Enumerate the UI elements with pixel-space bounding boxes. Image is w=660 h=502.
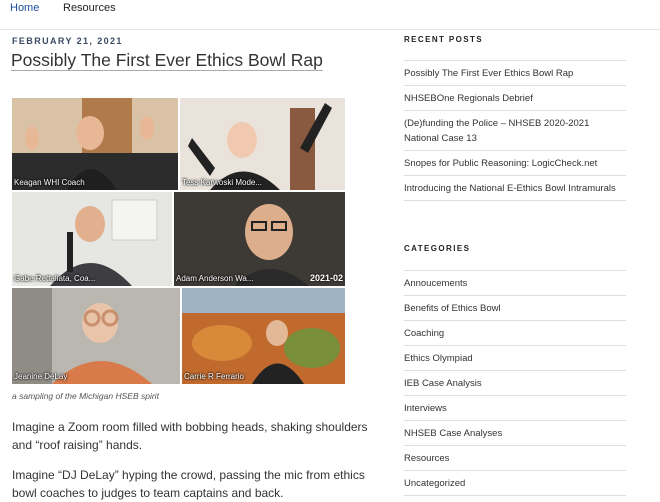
video-tile-jeanine: Jeanine DeLay <box>12 288 180 384</box>
video-tile-keagan: Keagan WHI Coach <box>12 98 178 190</box>
recent-post-link[interactable]: Possibly The First Ever Ethics Bowl Rap <box>404 61 626 86</box>
video-tile-tess: Tess Karwoski Mode... <box>180 98 345 190</box>
participant-illustration <box>174 192 345 286</box>
top-navigation: Home Resources <box>0 0 660 30</box>
participant-illustration <box>12 192 172 286</box>
video-tile-carrie: Carrie R Ferrario <box>182 288 345 384</box>
category-link[interactable]: Interviews <box>404 396 626 421</box>
recent-posts-heading: RECENT POSTS <box>404 35 484 44</box>
categories-list: Annoucements Benefits of Ethics Bowl Coa… <box>404 270 626 496</box>
nav-home-link[interactable]: Home <box>10 2 39 14</box>
recent-post-link[interactable]: (De)funding the Police – NHSEB 2020-2021… <box>404 111 626 151</box>
recent-post-link[interactable]: Introducing the National E-Ethics Bowl I… <box>404 176 626 201</box>
participant-name: Tess Karwoski Mode... <box>182 178 263 187</box>
category-link[interactable]: NHSEB Case Analyses <box>404 421 626 446</box>
recent-posts-list: Possibly The First Ever Ethics Bowl Rap … <box>404 60 626 201</box>
participant-illustration <box>182 288 345 384</box>
category-link[interactable]: IEB Case Analysis <box>404 371 626 396</box>
participant-illustration <box>180 98 345 190</box>
timestamp-overlay: 2021-02 <box>309 273 343 283</box>
post-title[interactable]: Possibly The First Ever Ethics Bowl Rap <box>11 50 323 71</box>
categories-heading: CATEGORIES <box>404 244 471 253</box>
participant-name: Gabe Rettaliata, Coa... <box>14 274 96 283</box>
category-link[interactable]: Ethics Olympiad <box>404 346 626 371</box>
participant-name: Jeanine DeLay <box>14 372 68 381</box>
video-tile-adam: Adam Anderson Wa... 2021-02 <box>174 192 345 286</box>
nav-resources-link[interactable]: Resources <box>63 2 116 14</box>
post-paragraph: Imagine “DJ DeLay” hyping the crowd, pas… <box>12 468 365 500</box>
category-link[interactable]: Coaching <box>404 321 626 346</box>
participant-name: Adam Anderson Wa... <box>176 274 254 283</box>
category-link[interactable]: Uncategorized <box>404 471 626 496</box>
category-link[interactable]: Annoucements <box>404 271 626 296</box>
participant-name: Keagan WHI Coach <box>14 178 85 187</box>
recent-post-link[interactable]: NHSEBOne Regionals Debrief <box>404 86 626 111</box>
participant-illustration <box>12 98 178 190</box>
participant-name: Carrie R Ferrario <box>184 372 245 381</box>
participant-illustration <box>12 288 180 384</box>
image-caption: a sampling of the Michigan HSEB spirit <box>12 391 159 401</box>
recent-post-link[interactable]: Snopes for Public Reasoning: LogicCheck.… <box>404 151 626 176</box>
post-title-text[interactable]: Possibly The First Ever Ethics Bowl Rap <box>11 50 323 71</box>
video-tile-gabe: Gabe Rettaliata, Coa... <box>12 192 172 286</box>
post-paragraph: Imagine a Zoom room filled with bobbing … <box>12 420 368 452</box>
category-link[interactable]: Benefits of Ethics Bowl <box>404 296 626 321</box>
post-date[interactable]: FEBRUARY 21, 2021 <box>12 36 123 46</box>
zoom-screenshot: Keagan WHI Coach Tess Karwoski Mode... G… <box>12 98 345 384</box>
category-link[interactable]: Resources <box>404 446 626 471</box>
